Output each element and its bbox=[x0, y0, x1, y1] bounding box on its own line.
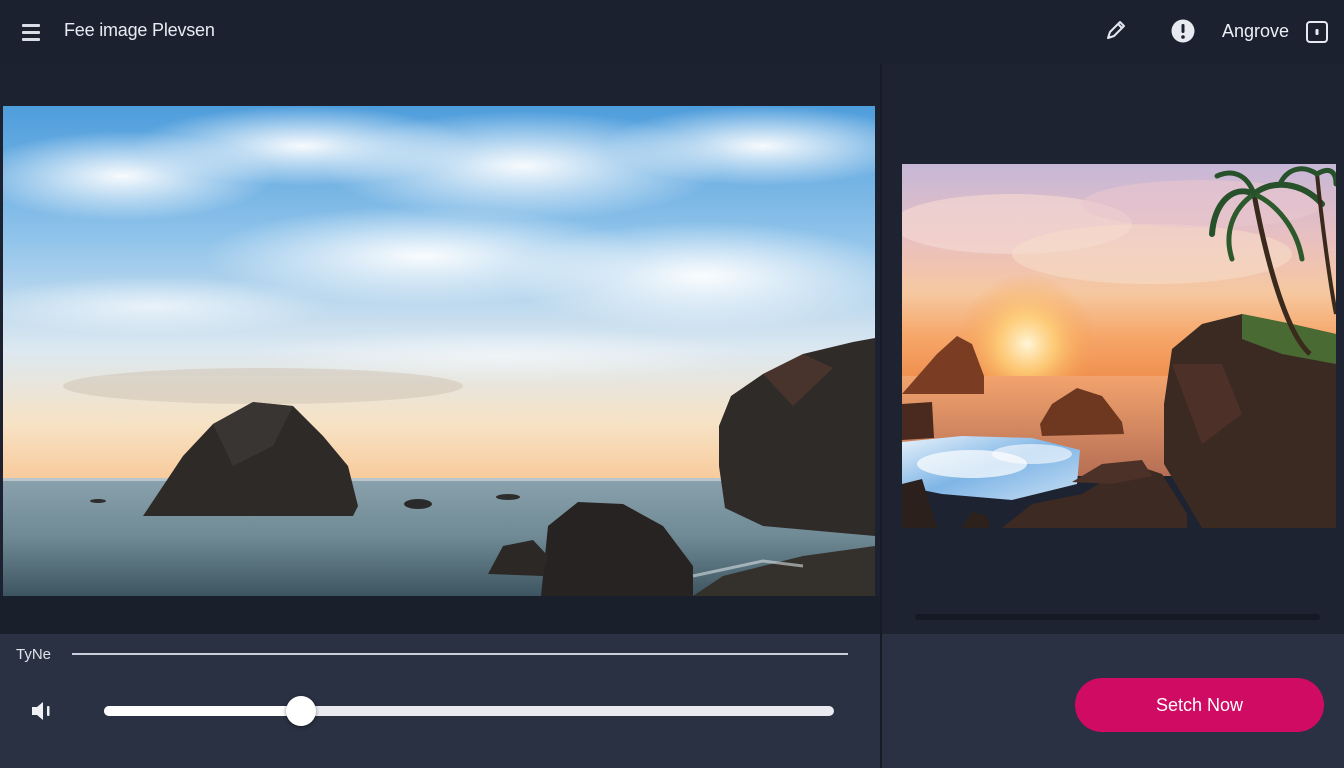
alert-icon[interactable] bbox=[1170, 18, 1196, 44]
preview-footer bbox=[0, 596, 880, 634]
volume-slider-handle[interactable] bbox=[286, 696, 317, 726]
top-bar: Fee image Plevsen Angrove bbox=[0, 0, 1344, 64]
pen-icon[interactable] bbox=[1102, 18, 1128, 44]
type-label: TyNe bbox=[16, 646, 52, 663]
app-window: Fee image Plevsen Angrove TyNe Setch Now bbox=[0, 0, 1344, 768]
app-title: Fee image Plevsen bbox=[64, 20, 215, 40]
user-name[interactable]: Angrove bbox=[1222, 21, 1289, 42]
thumbnail-preview[interactable] bbox=[902, 164, 1336, 528]
volume-slider[interactable] bbox=[104, 696, 834, 726]
side-progress-track bbox=[915, 614, 1320, 620]
setch-now-button[interactable]: Setch Now bbox=[1075, 678, 1324, 732]
menu-icon[interactable] bbox=[22, 20, 46, 44]
type-separator bbox=[72, 653, 848, 655]
user-badge-icon[interactable] bbox=[1305, 20, 1329, 44]
main-image-preview[interactable] bbox=[3, 106, 875, 596]
volume-slider-fill bbox=[104, 706, 302, 716]
volume-icon[interactable] bbox=[28, 698, 56, 724]
